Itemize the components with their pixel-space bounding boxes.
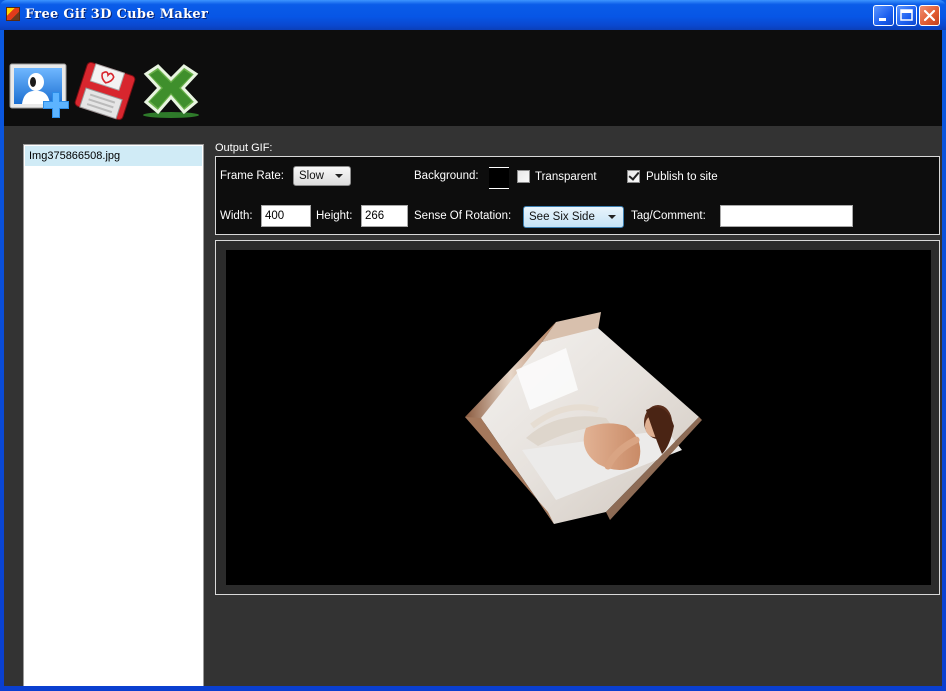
chevron-down-icon (608, 215, 616, 219)
width-label: Width: (220, 210, 253, 222)
delete-x-icon (143, 64, 199, 118)
close-icon (923, 9, 936, 22)
frame-rate-select[interactable]: Slow (293, 166, 351, 186)
gif-preview (226, 250, 931, 585)
remove-button[interactable] (140, 60, 202, 122)
app-window: Free Gif 3D Cube Maker Img375866508.jpg … (0, 0, 946, 691)
toolbar (4, 30, 942, 126)
background-label: Background: (414, 170, 479, 182)
add-image-icon (9, 63, 69, 118)
maximize-button[interactable] (896, 5, 917, 26)
floppy-disk-icon (74, 61, 136, 121)
title-bar[interactable]: Free Gif 3D Cube Maker (0, 0, 946, 30)
tag-comment-label: Tag/Comment: (631, 210, 706, 222)
close-button[interactable] (919, 5, 940, 26)
save-button[interactable] (74, 60, 136, 122)
tag-comment-input[interactable] (720, 205, 853, 227)
rotation-select[interactable]: See Six Side (523, 206, 624, 228)
transparent-checkbox[interactable] (517, 170, 530, 183)
maximize-icon (900, 9, 913, 21)
app-icon[interactable] (6, 7, 20, 21)
output-gif-label: Output GIF: (215, 142, 273, 154)
rotation-label: Sense Of Rotation: (414, 210, 512, 222)
add-image-button[interactable] (8, 60, 72, 122)
window-title: Free Gif 3D Cube Maker (25, 7, 209, 22)
height-label: Height: (316, 210, 353, 222)
height-input[interactable]: 266 (361, 205, 408, 227)
minimize-icon (879, 18, 886, 21)
file-list[interactable]: Img375866508.jpg (23, 144, 204, 686)
background-color-swatch[interactable] (489, 167, 509, 189)
minimize-button[interactable] (873, 5, 894, 26)
frame-rate-label: Frame Rate: (220, 170, 284, 182)
transparent-label: Transparent (535, 171, 597, 183)
frame-rate-value: Slow (299, 170, 324, 182)
rotation-value: See Six Side (529, 211, 595, 223)
client-area: Img375866508.jpg Output GIF: Frame Rate:… (4, 30, 942, 686)
preview-frame (215, 240, 940, 595)
chevron-down-icon (335, 174, 343, 178)
output-options-panel: Frame Rate: Slow Background: Transparent… (215, 156, 940, 235)
publish-label: Publish to site (646, 171, 718, 183)
width-input[interactable]: 400 (261, 205, 311, 227)
cube-preview-image (465, 312, 702, 524)
file-list-item[interactable]: Img375866508.jpg (25, 146, 202, 166)
publish-checkbox[interactable] (627, 170, 640, 183)
